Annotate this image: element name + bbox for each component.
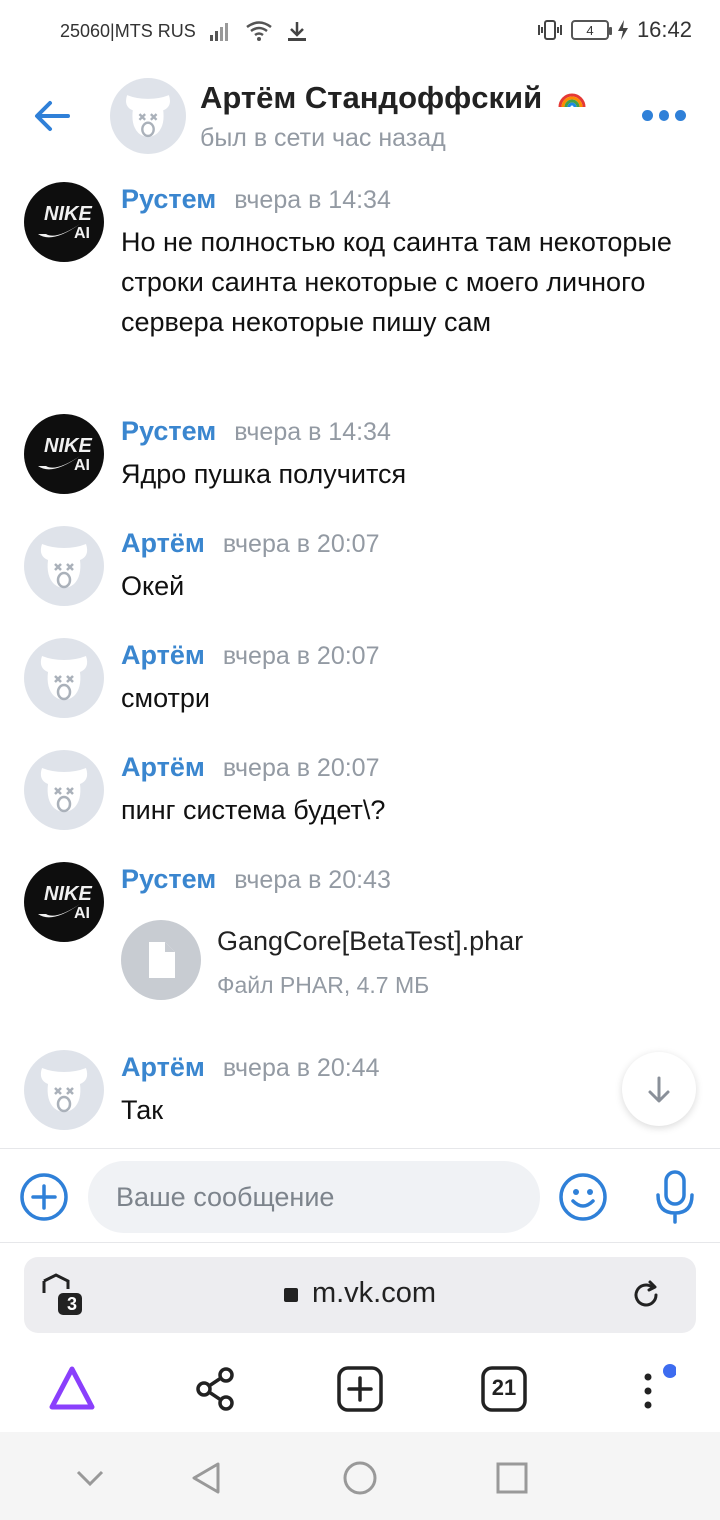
hide-keyboard-icon[interactable] <box>70 1458 110 1498</box>
nike-avatar-icon: NIKEAI <box>38 435 92 474</box>
share-icon[interactable] <box>188 1361 244 1417</box>
emoji-icon[interactable] <box>557 1171 609 1223</box>
message-item: NIKE AI Рустем вчера в 14:34 Но не полност… <box>0 180 720 380</box>
arrow-down-icon <box>648 1076 670 1103</box>
message-time: вчера в 20:44 <box>222 1054 380 1082</box>
avatar[interactable] <box>24 526 104 606</box>
message-author[interactable]: Артём вчера в 20:07 <box>121 640 380 671</box>
message-item: Артём вчера в 20:07 смотри <box>0 636 720 726</box>
more-dots-icon[interactable] <box>642 110 687 124</box>
message-item: NIKE AI Рустем вчера в 14:34 Ядро пушка по… <box>0 412 720 502</box>
message-item: Артём вчера в 20:07 Окей <box>0 524 720 614</box>
charging-icon <box>617 20 628 40</box>
avatar[interactable] <box>24 750 104 830</box>
system-navigation <box>0 1432 720 1520</box>
new-tab-icon[interactable] <box>332 1361 388 1417</box>
lock-icon <box>283 1288 298 1302</box>
svg-text:NIKE: NIKE <box>44 883 92 905</box>
message-time: вчера в 14:34 <box>234 186 391 214</box>
message-input[interactable] <box>88 1161 540 1233</box>
more-vertical-icon <box>644 1364 677 1409</box>
avatar-dog-icon <box>40 1068 88 1113</box>
chat-header: Артём Стандоффский был в сети час назад <box>0 62 720 170</box>
nike-avatar-icon: NIKEAI <box>38 203 92 242</box>
browser-toolbar: 3 m.vk.com 21 <box>0 1242 720 1434</box>
message-text: смотри <box>121 683 210 713</box>
rainbow-icon <box>558 93 586 108</box>
clock: 16:42 <box>636 17 692 42</box>
message-text: Ядро пушка получится <box>121 459 407 489</box>
tabs-count-button[interactable]: 21 <box>476 1361 532 1417</box>
back-nav-icon[interactable] <box>186 1458 226 1498</box>
message-time: вчера в 20:07 <box>222 754 380 782</box>
vibrate-icon <box>537 20 562 40</box>
battery-indicator: 4 <box>570 20 612 40</box>
page-title[interactable]: Артём Стандоффский <box>200 80 587 116</box>
message-text: Окей <box>121 571 185 601</box>
avatar-dog-icon <box>40 656 88 701</box>
microphone-icon[interactable] <box>652 1169 698 1225</box>
home-nav-icon[interactable] <box>340 1458 380 1498</box>
message-item: Артём вчера в 20:44 Так <box>0 1048 720 1138</box>
browser-menu-button[interactable] <box>620 1361 677 1417</box>
avatar[interactable] <box>24 638 104 718</box>
message-author[interactable]: Рустем вчера в 20:43 <box>121 864 391 895</box>
browser-nav: 21 <box>0 1353 720 1427</box>
message-item: NIKE AI Рустем вчера в 20:43 GangCore[Beta… <box>0 860 720 1010</box>
svg-text:AI: AI <box>74 225 90 242</box>
nike-avatar-icon: NIKEAI <box>38 883 92 922</box>
avatar-dog-icon <box>126 95 170 138</box>
svg-text:NIKE: NIKE <box>44 435 92 457</box>
carrier-label: 25060|MTS RUS <box>60 20 196 41</box>
message-text: пинг система будет\? <box>121 795 386 825</box>
reload-icon[interactable] <box>630 1279 662 1311</box>
message-time: вчера в 20:07 <box>222 642 380 670</box>
message-author[interactable]: Артём вчера в 20:07 <box>121 528 380 559</box>
message-author[interactable]: Рустем вчера в 14:34 <box>121 416 391 447</box>
avatar-dog-icon <box>40 544 88 589</box>
url-text: m.vk.com <box>311 1277 437 1309</box>
file-icon <box>149 942 175 978</box>
message-time: вчера в 14:34 <box>234 418 391 446</box>
avatar[interactable] <box>110 78 186 154</box>
avatar-dog-icon <box>40 768 88 813</box>
svg-text:AI: AI <box>74 457 90 474</box>
download-icon <box>287 22 306 41</box>
avatar[interactable]: NIKE AI <box>24 862 104 942</box>
message-time: вчера в 20:07 <box>222 530 380 558</box>
alice-assistant-icon[interactable] <box>44 1361 100 1417</box>
svg-text:AI: AI <box>74 905 90 922</box>
add-attachment-icon[interactable] <box>18 1171 70 1223</box>
avatar[interactable] <box>24 1050 104 1130</box>
signal-icon <box>209 23 228 41</box>
message-author[interactable]: Артём вчера в 20:07 <box>121 752 380 783</box>
message-time: вчера в 20:43 <box>234 866 391 894</box>
message-text: Так <box>121 1095 164 1125</box>
message-author[interactable]: Артём вчера в 20:44 <box>121 1052 380 1083</box>
file-name[interactable]: GangCore[BetaTest].phar <box>217 926 523 957</box>
message-item: Артём вчера в 20:07 пинг система будет\? <box>0 748 720 838</box>
message-composer <box>0 1148 720 1242</box>
svg-text:NIKE: NIKE <box>44 203 92 225</box>
file-attachment[interactable] <box>121 920 201 1000</box>
file-meta: Файл PHAR, 4.7 МБ <box>217 972 430 998</box>
scroll-down-button[interactable] <box>622 1052 696 1126</box>
wifi-icon <box>245 21 272 41</box>
avatar[interactable]: NIKE AI <box>24 182 104 262</box>
message-author[interactable]: Рустем вчера в 14:34 <box>121 184 391 215</box>
avatar[interactable]: NIKE AI <box>24 414 104 494</box>
address-bar[interactable]: 3 m.vk.com <box>24 1257 696 1333</box>
online-status: был в сети час назад <box>200 124 446 152</box>
tabs-count: 21 <box>491 1375 517 1400</box>
recents-nav-icon[interactable] <box>492 1458 532 1498</box>
back-arrow-icon[interactable] <box>28 92 76 140</box>
message-text: Но не полностью код саинта там некоторые… <box>121 227 672 337</box>
status-bar: 25060|MTS RUS 4 16:42 <box>0 0 720 62</box>
